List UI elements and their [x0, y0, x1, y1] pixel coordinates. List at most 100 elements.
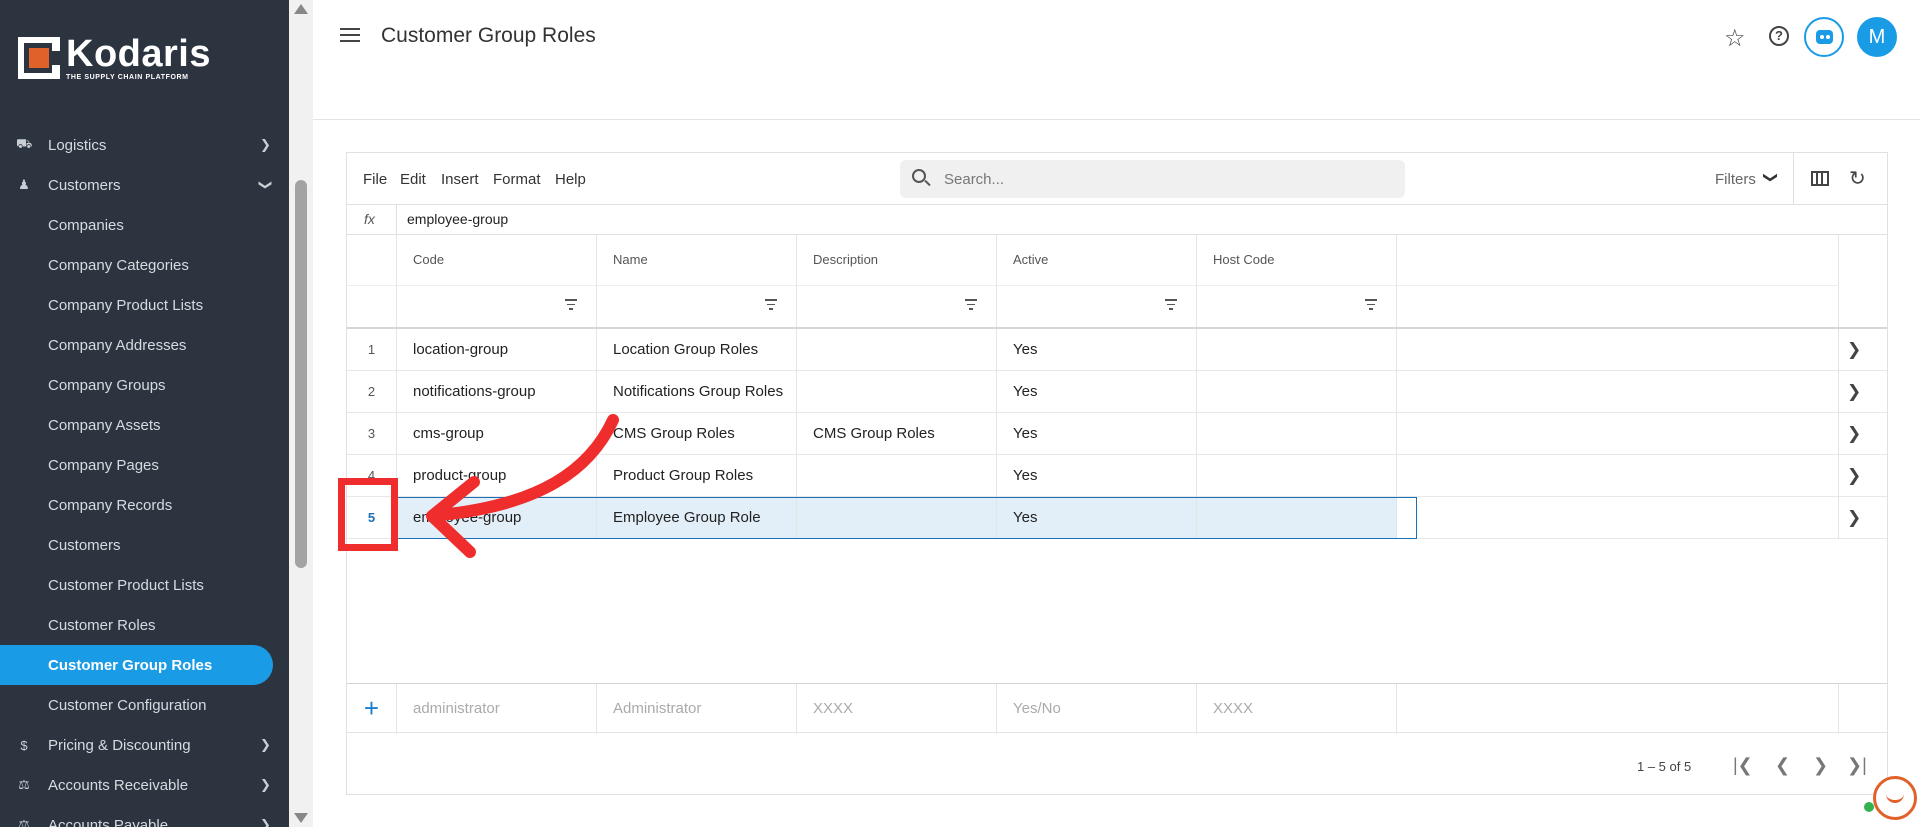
first-page-icon[interactable]: |❮: [1733, 755, 1753, 776]
cell-host-code[interactable]: [1197, 413, 1397, 455]
sidebar-subitem-company-addresses[interactable]: Company Addresses: [0, 325, 289, 365]
cell-description[interactable]: CMS Group Roles: [797, 413, 997, 455]
cell-host-code[interactable]: [1197, 371, 1397, 413]
sidebar-item-accounts-payable[interactable]: ⚖ Accounts Payable ❯: [0, 805, 289, 827]
scrollbar-thumb[interactable]: [295, 180, 307, 568]
column-header-host-code[interactable]: Host Code: [1197, 235, 1397, 285]
filter-cell-name[interactable]: [597, 285, 797, 327]
refresh-icon[interactable]: ↻: [1849, 166, 1866, 191]
sidebar-subitem-company-pages[interactable]: Company Pages: [0, 445, 289, 485]
chevron-right-icon[interactable]: ❯: [1847, 508, 1861, 528]
cell-active[interactable]: Yes: [997, 329, 1197, 371]
prev-page-icon[interactable]: ❮: [1775, 755, 1790, 776]
new-description-input[interactable]: XXXX: [797, 684, 997, 734]
formula-input[interactable]: employee-group: [407, 211, 508, 227]
sidebar-subitem-customer-roles[interactable]: Customer Roles: [0, 605, 289, 645]
chevron-right-icon[interactable]: ❯: [1847, 340, 1861, 360]
table-row-selected[interactable]: 5 employee-group Employee Group Role Yes…: [347, 497, 1887, 539]
chevron-right-icon[interactable]: ❯: [1847, 424, 1861, 444]
cell-name[interactable]: Product Group Roles: [597, 455, 797, 497]
table-row[interactable]: 2 notifications-group Notifications Grou…: [347, 371, 1887, 413]
sidebar-item-customers[interactable]: ♟ Customers ❯: [0, 165, 289, 205]
filter-icon[interactable]: [1365, 299, 1377, 310]
cell-description[interactable]: [797, 329, 997, 371]
filter-cell-description[interactable]: [797, 285, 997, 327]
filter-cell-active[interactable]: [997, 285, 1197, 327]
cell-host-code[interactable]: [1197, 455, 1397, 497]
column-header-name[interactable]: Name: [597, 235, 797, 285]
column-header-code[interactable]: Code: [397, 235, 597, 285]
scroll-down-arrow-icon[interactable]: [294, 813, 308, 823]
column-header-active[interactable]: Active: [997, 235, 1197, 285]
new-name-input[interactable]: Administrator: [597, 684, 797, 734]
row-number[interactable]: 1: [347, 329, 397, 371]
cell-name[interactable]: Employee Group Role: [597, 497, 797, 539]
search-input[interactable]: [944, 169, 1384, 189]
cell-host-code[interactable]: [1197, 329, 1397, 371]
cell-code[interactable]: cms-group: [397, 413, 597, 455]
cell-description[interactable]: [797, 455, 997, 497]
sidebar-subitem-company-product-lists[interactable]: Company Product Lists: [0, 285, 289, 325]
new-host-code-input[interactable]: XXXX: [1197, 684, 1397, 734]
cell-name[interactable]: Notifications Group Roles: [597, 371, 797, 413]
star-icon[interactable]: ☆: [1724, 24, 1746, 53]
filter-icon[interactable]: [1165, 299, 1177, 310]
new-active-input[interactable]: Yes/No: [997, 684, 1197, 734]
cell-description[interactable]: [797, 497, 997, 539]
cell-description[interactable]: [797, 371, 997, 413]
row-number[interactable]: 2: [347, 371, 397, 413]
menu-help[interactable]: Help: [555, 171, 586, 188]
kodaris-logo[interactable]: Kodaris THE SUPPLY CHAIN PLATFORM: [18, 35, 211, 81]
chat-support-icon[interactable]: [1873, 776, 1917, 820]
sidebar-subitem-company-assets[interactable]: Company Assets: [0, 405, 289, 445]
cell-code[interactable]: location-group: [397, 329, 597, 371]
hamburger-menu-icon[interactable]: [340, 28, 360, 44]
menu-edit[interactable]: Edit: [400, 171, 426, 188]
help-icon[interactable]: ?: [1769, 26, 1789, 46]
sidebar-subitem-companies[interactable]: Companies: [0, 205, 289, 245]
sidebar-item-accounts-receivable[interactable]: ⚖ Accounts Receivable ❯: [0, 765, 289, 805]
cell-name[interactable]: CMS Group Roles: [597, 413, 797, 455]
table-row[interactable]: 4 product-group Product Group Roles Yes …: [347, 455, 1887, 497]
sidebar-subitem-company-categories[interactable]: Company Categories: [0, 245, 289, 285]
menu-file[interactable]: File: [363, 171, 387, 188]
add-row-icon[interactable]: +: [347, 684, 397, 734]
filter-cell-host-code[interactable]: [1197, 285, 1397, 327]
sidebar-item-pricing-discounting[interactable]: $ Pricing & Discounting ❯: [0, 725, 289, 765]
sidebar-subitem-company-groups[interactable]: Company Groups: [0, 365, 289, 405]
chevron-right-icon[interactable]: ❯: [1847, 382, 1861, 402]
cell-active[interactable]: Yes: [997, 413, 1197, 455]
sidebar-subitem-customers[interactable]: Customers: [0, 525, 289, 565]
cell-host-code[interactable]: [1197, 497, 1397, 539]
filter-icon[interactable]: [565, 299, 577, 310]
new-code-input[interactable]: administrator: [397, 684, 597, 734]
column-header-description[interactable]: Description: [797, 235, 997, 285]
row-number[interactable]: 3: [347, 413, 397, 455]
filter-icon[interactable]: [765, 299, 777, 310]
cell-active[interactable]: Yes: [997, 497, 1197, 539]
sidebar-subitem-customer-product-lists[interactable]: Customer Product Lists: [0, 565, 289, 605]
cell-active[interactable]: Yes: [997, 455, 1197, 497]
cell-name[interactable]: Location Group Roles: [597, 329, 797, 371]
scroll-up-arrow-icon[interactable]: [294, 4, 308, 14]
menu-insert[interactable]: Insert: [441, 171, 479, 188]
filters-button[interactable]: Filters: [1715, 171, 1756, 188]
avatar[interactable]: M: [1857, 17, 1897, 57]
sidebar-subitem-customer-group-roles[interactable]: Customer Group Roles: [0, 645, 273, 685]
chevron-down-icon[interactable]: ❯: [1762, 172, 1779, 184]
next-page-icon[interactable]: ❯: [1813, 755, 1828, 776]
table-row[interactable]: 3 cms-group CMS Group Roles CMS Group Ro…: [347, 413, 1887, 455]
table-row[interactable]: 1 location-group Location Group Roles Ye…: [347, 329, 1887, 371]
cell-code[interactable]: employee-group: [397, 497, 597, 539]
cell-code[interactable]: product-group: [397, 455, 597, 497]
sidebar-scrollbar[interactable]: [289, 0, 313, 827]
columns-icon[interactable]: [1811, 171, 1829, 186]
chevron-right-icon[interactable]: ❯: [1847, 466, 1861, 486]
sidebar-subitem-customer-configuration[interactable]: Customer Configuration: [0, 685, 289, 725]
sidebar-subitem-company-records[interactable]: Company Records: [0, 485, 289, 525]
assistant-bot-icon[interactable]: [1804, 17, 1844, 57]
filter-icon[interactable]: [965, 299, 977, 310]
filter-cell-code[interactable]: [397, 285, 597, 327]
menu-format[interactable]: Format: [493, 171, 541, 188]
sidebar-item-logistics[interactable]: ⛟ Logistics ❯: [0, 125, 289, 165]
